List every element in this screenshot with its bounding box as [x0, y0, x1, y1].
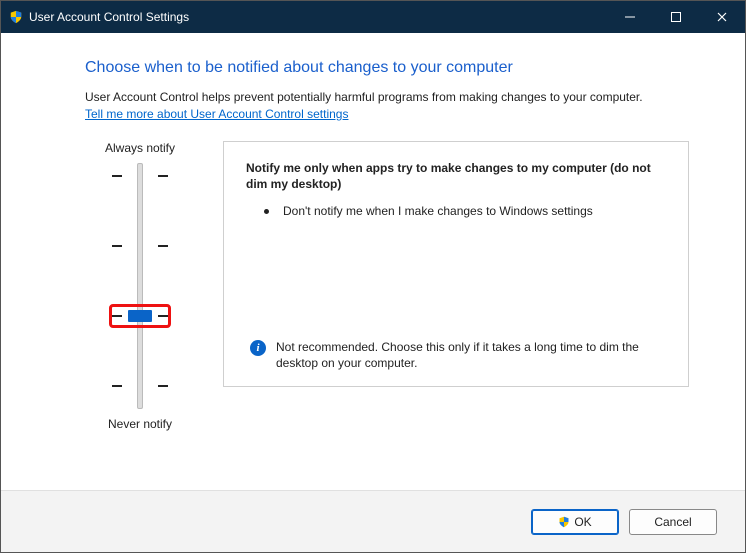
titlebar[interactable]: User Account Control Settings: [1, 1, 745, 33]
ok-button[interactable]: OK: [531, 509, 619, 535]
uac-settings-window: User Account Control Settings Choose whe…: [0, 0, 746, 553]
shield-icon: [558, 516, 570, 528]
bullet-text: Don't notify me when I make changes to W…: [283, 203, 593, 220]
page-heading: Choose when to be notified about changes…: [85, 59, 689, 77]
slider-column: Always notify Never notify: [85, 141, 195, 431]
panel-bullet: Don't notify me when I make changes to W…: [246, 203, 668, 220]
bullet-icon: [264, 209, 269, 214]
help-link[interactable]: Tell me more about User Account Control …: [85, 107, 348, 121]
ok-button-label: OK: [574, 515, 591, 529]
footer: OK Cancel: [1, 490, 745, 552]
slider-track: [137, 163, 143, 409]
close-button[interactable]: [699, 1, 745, 33]
cancel-button[interactable]: Cancel: [629, 509, 717, 535]
window-title: User Account Control Settings: [29, 10, 189, 24]
uac-slider[interactable]: [110, 163, 170, 409]
description-panel: Notify me only when apps try to make cha…: [223, 141, 689, 387]
content-area: Choose when to be notified about changes…: [1, 33, 745, 490]
description-text: User Account Control helps prevent poten…: [85, 89, 689, 105]
slider-thumb[interactable]: [128, 310, 152, 322]
panel-title: Notify me only when apps try to make cha…: [246, 160, 668, 192]
shield-icon: [9, 10, 23, 24]
note-text: Not recommended. Choose this only if it …: [276, 339, 668, 373]
cancel-button-label: Cancel: [654, 515, 691, 529]
maximize-button[interactable]: [653, 1, 699, 33]
slider-bottom-label: Never notify: [108, 417, 172, 431]
panel-note: i Not recommended. Choose this only if i…: [246, 339, 668, 373]
info-icon: i: [250, 340, 266, 356]
minimize-button[interactable]: [607, 1, 653, 33]
slider-top-label: Always notify: [105, 141, 175, 155]
